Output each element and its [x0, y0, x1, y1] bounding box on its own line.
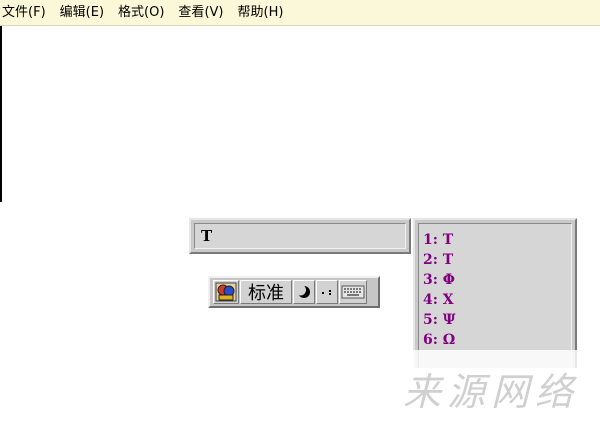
candidate-item-1[interactable]: 1: Τ [423, 230, 571, 250]
watermark-text: 来源网络 [402, 369, 579, 414]
candidate-item-5[interactable]: 5: Ψ [423, 310, 571, 330]
soft-keyboard-icon [341, 285, 365, 299]
menu-help[interactable]: 帮助(H) [237, 0, 283, 26]
watermark: 来源网络 [382, 350, 600, 426]
menu-view-label: 查看 [178, 4, 205, 20]
ime-logo-button[interactable] [213, 280, 239, 304]
menu-help-label: 帮助 [237, 4, 264, 20]
menu-file-accel: (F) [28, 4, 46, 20]
menu-format-accel: (O) [144, 4, 165, 20]
menu-file[interactable]: 文件(F) [2, 0, 46, 26]
candidate-item-6[interactable]: 6: Ω [423, 330, 571, 350]
ime-logo-icon [215, 282, 237, 302]
composition-text: T [201, 227, 213, 245]
menu-edit[interactable]: 编辑(E) [60, 0, 104, 26]
punctuation-toggle[interactable] [316, 280, 338, 304]
punctuation-icon [322, 290, 331, 295]
menu-file-label: 文件 [2, 4, 29, 20]
candidate-item-2[interactable]: 2: Τ [423, 250, 571, 270]
menu-format-label: 格式 [118, 4, 145, 20]
menu-view-accel: (V) [204, 4, 224, 20]
ime-candidate-window: 1: Τ 2: Τ 3: Φ 4: Χ 5: Ψ 6: Ω [413, 218, 577, 368]
input-mode-label: 标准 [248, 283, 284, 304]
candidate-item-3[interactable]: 3: Φ [423, 270, 571, 290]
half-moon-icon [296, 284, 310, 298]
menu-format[interactable]: 格式(O) [118, 0, 164, 26]
menu-bar: 文件(F) 编辑(E) 格式(O) 查看(V) 帮助(H) [0, 0, 600, 26]
menu-edit-label: 编辑 [59, 4, 86, 20]
input-mode-button[interactable]: 标准 [240, 280, 292, 304]
candidate-item-4[interactable]: 4: Χ [423, 290, 571, 310]
soft-keyboard-button[interactable] [339, 280, 367, 304]
ime-composition-window: T [189, 218, 411, 254]
ime-status-bar: 标准 [208, 276, 380, 308]
menu-edit-accel: (E) [85, 4, 105, 20]
candidate-list: 1: Τ 2: Τ 3: Φ 4: Χ 5: Ψ 6: Ω [418, 223, 572, 368]
menu-view[interactable]: 查看(V) [178, 0, 223, 26]
document-text-area[interactable] [0, 26, 600, 202]
half-width-toggle[interactable] [293, 280, 315, 304]
composition-field: T [194, 223, 406, 249]
menu-help-accel: (H) [263, 4, 284, 20]
